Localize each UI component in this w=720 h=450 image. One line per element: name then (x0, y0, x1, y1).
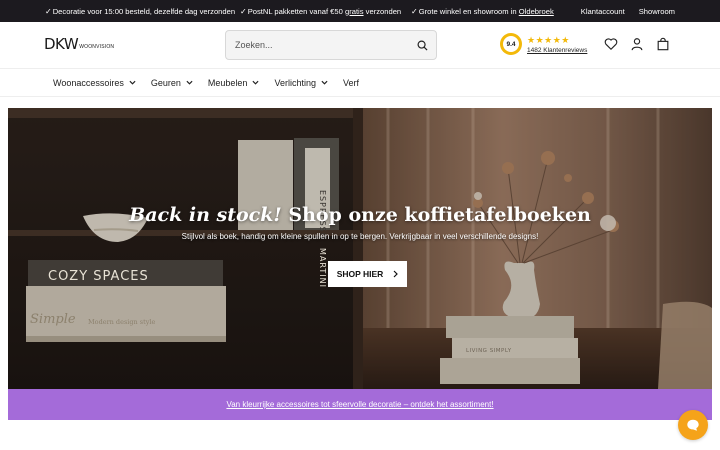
review-widget[interactable]: 9.4 ★★★★★ 1482 Klantenreviews (500, 33, 587, 55)
nav-item-verf[interactable]: Verf (343, 78, 359, 88)
usp-text: Decoratie voor 15:00 besteld, dezelfde d… (52, 6, 236, 16)
hero-image: COZY SPACES Simple Modern design style E… (8, 108, 712, 389)
hero-banner[interactable]: COZY SPACES Simple Modern design style E… (8, 108, 712, 389)
logo-mark: DKW (44, 35, 79, 53)
check-icon: ✓ (45, 6, 52, 16)
nav-label: Verlichting (274, 77, 316, 88)
logo-sub: WOONVISION (79, 44, 115, 50)
book-text: COZY SPACES (48, 269, 149, 284)
hero-text: Back in stock! Shop onze koffietafelboek… (8, 204, 712, 241)
header-icons (604, 37, 670, 51)
hero-subtitle: Stijlvol als boek, handig om kleine spul… (181, 232, 539, 241)
usp-text: verzonden (365, 6, 402, 16)
book-text: LIVING SIMPLY (466, 348, 512, 354)
usp-shipping: ✓ Decoratie voor 15:00 besteld, dezelfde… (45, 7, 235, 16)
chevron-down-icon (129, 80, 136, 85)
book-text: Simple (30, 312, 76, 327)
usp-postnl: ✓ PostNL pakketten vanaf €50 gratis verz… (240, 7, 401, 16)
search-icon[interactable] (417, 40, 428, 51)
check-icon: ✓ (240, 6, 247, 16)
chevron-down-icon (252, 80, 259, 85)
user-icon[interactable] (630, 37, 644, 51)
button-label: SHOP HIER (336, 269, 384, 279)
rating-score: 9.4 (503, 36, 519, 52)
nav-item-meubelen[interactable]: Meubelen (208, 78, 260, 88)
site-header: DKW WOONVISION 9.4 ★★★★★ 1482 Klantenrev… (0, 22, 720, 68)
bag-icon[interactable] (656, 37, 670, 51)
showroom-link[interactable]: Showroom (639, 7, 675, 16)
nav-item-geuren[interactable]: Geuren (151, 78, 193, 88)
rating-info: ★★★★★ 1482 Klantenreviews (527, 35, 587, 54)
chevron-right-icon (393, 270, 399, 278)
usp-text: PostNL pakketten vanaf €50 (247, 6, 343, 16)
chat-icon (687, 419, 699, 431)
promo-bar: Van kleurrijke accessoires tot sfeervoll… (8, 389, 712, 420)
nav-label: Meubelen (207, 77, 248, 88)
oldebroek-link[interactable]: Oldebroek (519, 7, 554, 16)
topbar-links: Klantaccount Showroom (581, 7, 675, 16)
announcement-bar: ✓ Decoratie voor 15:00 besteld, dezelfde… (0, 0, 720, 22)
hero-title: Back in stock! Shop onze koffietafelboek… (8, 204, 712, 226)
nav-item-woonaccessoires[interactable]: Woonaccessoires (53, 78, 136, 88)
logo[interactable]: DKW WOONVISION (44, 35, 115, 53)
heart-icon[interactable] (604, 37, 618, 51)
chat-button[interactable] (678, 410, 708, 440)
hero-title-italic: Back in stock! (129, 204, 282, 226)
gratis-link[interactable]: gratis (345, 7, 364, 16)
rating-stars: ★★★★★ (527, 34, 570, 45)
shop-now-button[interactable]: SHOP HIER (328, 261, 407, 287)
promo-link[interactable]: Van kleurrijke accessoires tot sfeervoll… (226, 400, 493, 409)
book-text: MARTINI (318, 248, 327, 288)
reviews-link[interactable]: 1482 Klantenreviews (527, 47, 587, 54)
nav-label: Geuren (150, 77, 181, 88)
chevron-down-icon (186, 80, 193, 85)
search-bar (225, 30, 437, 60)
nav-item-verlichting[interactable]: Verlichting (274, 78, 328, 88)
usp-showroom: ✓ Grote winkel en showroom in Oldebroek (411, 7, 554, 16)
nav-label: Woonaccessoires (53, 77, 124, 88)
rating-badge: 9.4 (500, 33, 522, 55)
check-icon: ✓ (411, 6, 418, 16)
account-link[interactable]: Klantaccount (581, 7, 625, 16)
hero-title-rest: Shop onze koffietafelboeken (281, 204, 591, 226)
usp-text: Grote winkel en showroom in (418, 6, 517, 16)
main-nav: Woonaccessoires Geuren Meubelen Verlicht… (0, 68, 720, 97)
chevron-down-icon (321, 80, 328, 85)
book-text: Modern design style (88, 318, 155, 326)
search-input[interactable] (235, 40, 405, 50)
nav-label: Verf (342, 77, 359, 88)
